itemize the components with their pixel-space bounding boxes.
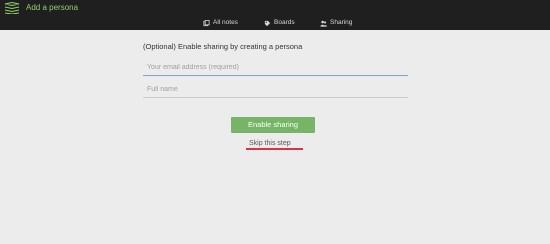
enable-sharing-button[interactable]: Enable sharing <box>231 117 315 133</box>
nav-boards-label: Boards <box>274 19 295 26</box>
full-name-field[interactable] <box>143 82 408 98</box>
people-icon <box>320 20 327 27</box>
nav-all-notes-label: All notes <box>213 19 238 26</box>
nav-sharing-label: Sharing <box>330 19 353 26</box>
nav-sharing[interactable]: Sharing <box>320 18 352 28</box>
intro-text: (Optional) Enable sharing by creating a … <box>143 42 303 51</box>
skip-underline <box>246 148 303 150</box>
brand: Add a persona <box>4 1 78 15</box>
main-nav: All notes Boards Sharing <box>0 18 550 30</box>
skip-step-link[interactable]: Skip this step <box>249 139 291 148</box>
stacked-layers-icon <box>4 2 20 14</box>
email-field[interactable] <box>143 60 408 76</box>
nav-all-notes[interactable]: All notes <box>203 18 238 28</box>
top-bar: Add a persona All notes Boards Sharing <box>0 0 550 30</box>
nav-boards[interactable]: Boards <box>264 18 295 28</box>
page-title: Add a persona <box>26 3 79 12</box>
notes-icon <box>203 19 210 26</box>
tag-icon <box>264 20 271 26</box>
